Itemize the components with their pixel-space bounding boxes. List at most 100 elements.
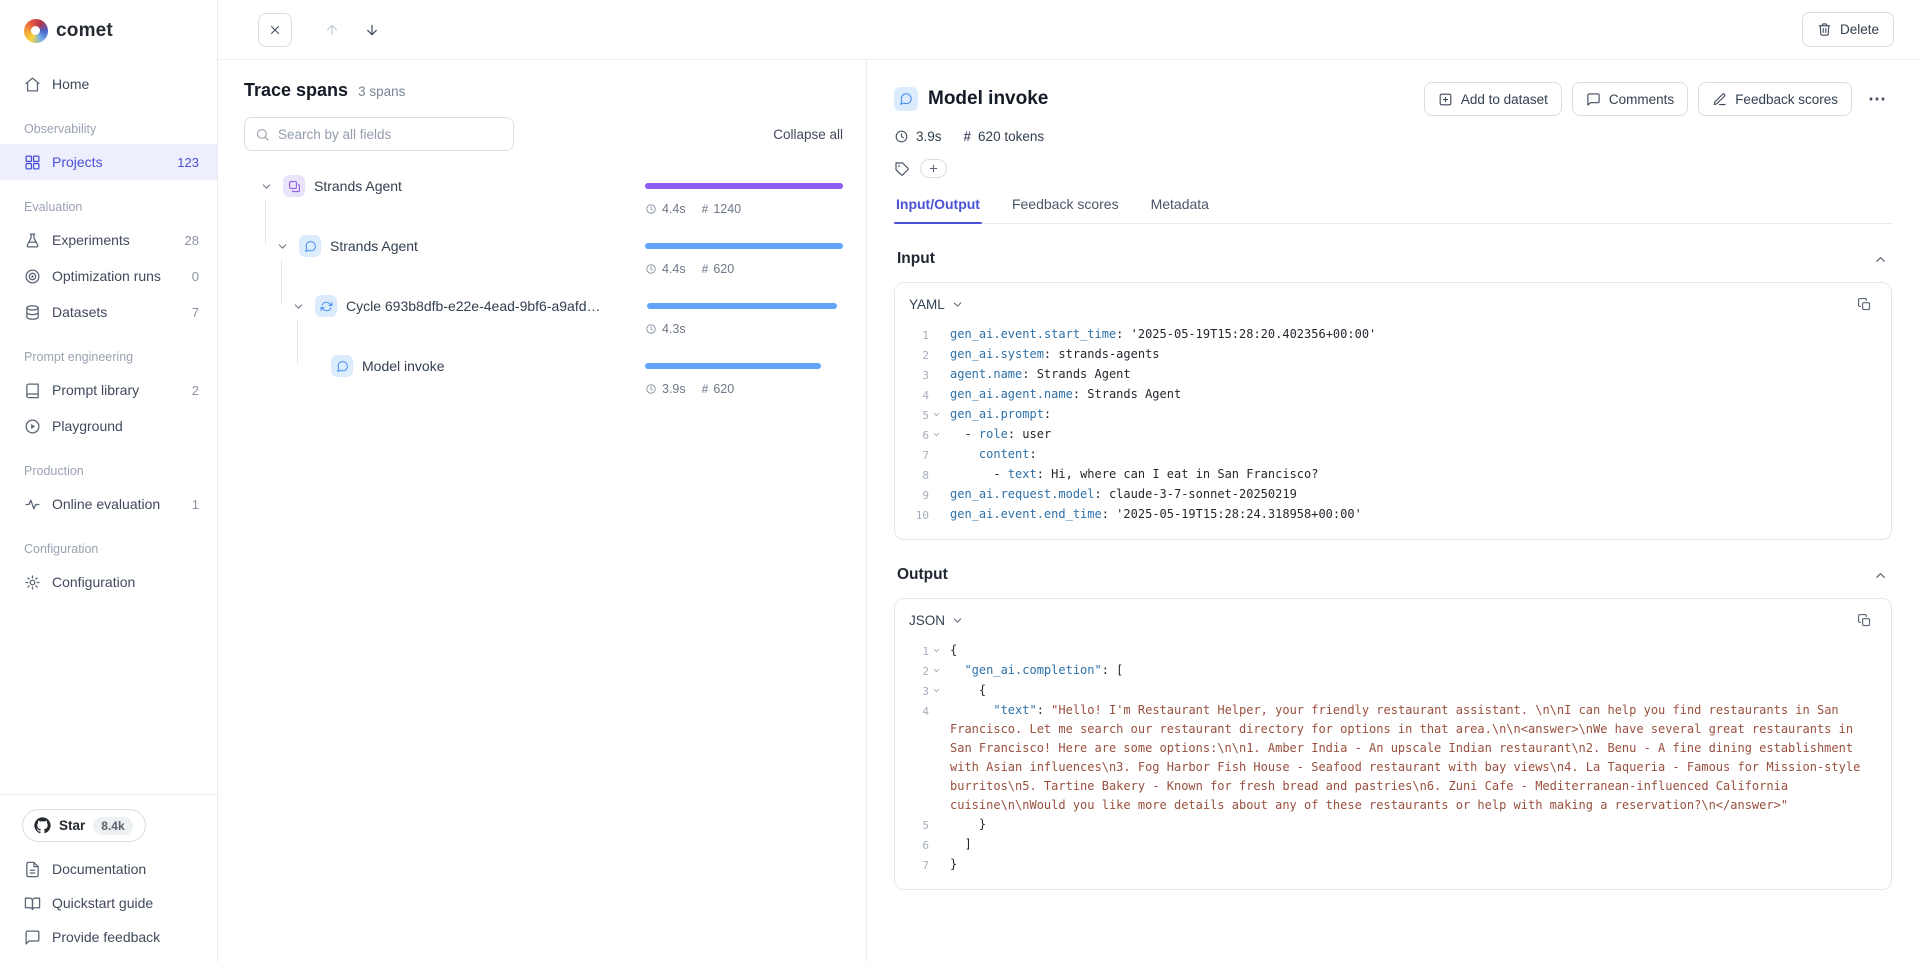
activity-icon <box>24 496 41 513</box>
sidebar-item-configuration[interactable]: Configuration <box>0 564 217 600</box>
code-content: gen_ai.request.model: claude-3-7-sonnet-… <box>944 485 1875 505</box>
sidebar-footer: Star 8.4k DocumentationQuickstart guideP… <box>0 794 217 962</box>
span-row-model-invoke[interactable]: Model invoke3.9s#620 <box>218 353 866 413</box>
span-duration-stat: 3.9s <box>894 129 942 144</box>
span-name: Model invoke <box>362 358 455 374</box>
fold-toggle-icon[interactable] <box>929 681 944 701</box>
line-number: 2 <box>903 345 929 365</box>
clock-icon <box>645 323 657 335</box>
code-line: 4gen_ai.agent.name: Strands Agent <box>903 385 1875 405</box>
tab-feedback-scores[interactable]: Feedback scores <box>1010 196 1121 223</box>
chevron-down-icon <box>951 298 964 311</box>
fold-spacer <box>929 445 944 465</box>
code-line: 8 - text: Hi, where can I eat in San Fra… <box>903 465 1875 485</box>
code-content: } <box>944 855 1875 875</box>
fold-toggle-icon[interactable] <box>929 661 944 681</box>
hash-icon: # <box>964 129 972 144</box>
span-nav-arrows <box>316 14 388 46</box>
add-tag-button[interactable] <box>920 159 947 178</box>
comments-button[interactable]: Comments <box>1572 82 1688 116</box>
fold-spacer <box>929 855 944 875</box>
input-code-block: YAML 1gen_ai.event.start_time: '2025-05-… <box>894 282 1892 540</box>
span-detail-panel: Model invoke Add to dataset Comments <box>867 60 1920 962</box>
collapse-all-button[interactable]: Collapse all <box>773 127 843 142</box>
trace-search-box <box>244 117 514 151</box>
span-row-strands-agent[interactable]: Strands Agent4.4s#620 <box>218 233 866 293</box>
sidebar-item-label: Configuration <box>52 574 199 590</box>
input-section: Input YAML <box>894 250 1892 540</box>
span-name: Strands Agent <box>330 238 428 254</box>
sidebar-item-prompt-library[interactable]: Prompt library2 <box>0 372 217 408</box>
output-format-select[interactable]: JSON <box>909 613 964 628</box>
delete-button[interactable]: Delete <box>1802 12 1894 47</box>
sidebar-item-projects[interactable]: Projects123 <box>0 144 217 180</box>
tokens-value: 620 tokens <box>978 129 1044 144</box>
message-icon <box>24 929 41 946</box>
output-section: Output JSON <box>894 566 1892 890</box>
trace-panel-header: Trace spans 3 spans Collapse all <box>218 80 866 151</box>
clock-icon <box>894 129 909 144</box>
footer-link-documentation[interactable]: Documentation <box>12 852 205 886</box>
sidebar-item-label: Experiments <box>52 232 174 248</box>
sidebar-item-playground[interactable]: Playground <box>0 408 217 444</box>
span-duration-bar <box>645 353 843 379</box>
span-duration: 4.4s <box>645 262 686 276</box>
sidebar-item-home[interactable]: Home <box>0 66 217 102</box>
clock-icon <box>645 383 657 395</box>
tab-metadata[interactable]: Metadata <box>1149 196 1211 223</box>
sidebar-item-optimization-runs[interactable]: Optimization runs0 <box>0 258 217 294</box>
feedback-scores-button[interactable]: Feedback scores <box>1698 82 1852 116</box>
sidebar-item-count: 7 <box>192 305 199 320</box>
fold-toggle-icon[interactable] <box>929 641 944 661</box>
main-area: Delete Trace spans 3 spans Collap <box>218 0 1920 962</box>
span-row-cycle-693b8dfb-e22e-4ead-9bf6-a9afd[interactable]: Cycle 693b8dfb-e22e-4ead-9bf6-a9afd…4.3s <box>218 293 866 353</box>
footer-link-quickstart-guide[interactable]: Quickstart guide <box>12 886 205 920</box>
next-span-button[interactable] <box>356 14 388 46</box>
input-format-select[interactable]: YAML <box>909 297 964 312</box>
code-line: 6 - role: user <box>903 425 1875 445</box>
collapse-span-icon[interactable] <box>274 238 290 254</box>
collapse-span-icon[interactable] <box>290 298 306 314</box>
github-star-button[interactable]: Star 8.4k <box>22 809 146 842</box>
copy-input-button[interactable] <box>1850 290 1878 318</box>
line-number: 10 <box>903 505 929 525</box>
fold-spacer <box>929 505 944 525</box>
line-number: 4 <box>903 385 929 405</box>
feedback-scores-icon <box>1712 92 1727 107</box>
code-line: 10gen_ai.event.end_time: '2025-05-19T15:… <box>903 505 1875 525</box>
add-to-dataset-button[interactable]: Add to dataset <box>1424 82 1562 116</box>
collapse-span-icon[interactable] <box>258 178 274 194</box>
footer-link-provide-feedback[interactable]: Provide feedback <box>12 920 205 954</box>
fold-toggle-icon[interactable] <box>929 425 944 445</box>
sidebar-item-online-evaluation[interactable]: Online evaluation1 <box>0 486 217 522</box>
sidebar-item-experiments[interactable]: Experiments28 <box>0 222 217 258</box>
line-number: 3 <box>903 681 929 701</box>
sidebar-item-label: Online evaluation <box>52 496 181 512</box>
copy-output-button[interactable] <box>1850 606 1878 634</box>
trace-spans-title: Trace spans <box>244 80 348 101</box>
input-code: 1gen_ai.event.start_time: '2025-05-19T15… <box>895 325 1891 539</box>
detail-tabs: Input/Output Feedback scores Metadata <box>894 196 1892 224</box>
sidebar-item-datasets[interactable]: Datasets7 <box>0 294 217 330</box>
span-row-strands-agent[interactable]: Strands Agent4.4s#1240 <box>218 173 866 233</box>
line-number: 1 <box>903 641 929 661</box>
collapse-input-section-button[interactable] <box>1871 250 1889 268</box>
input-format-label: YAML <box>909 297 945 312</box>
collapse-output-section-button[interactable] <box>1871 566 1889 584</box>
clock-icon <box>645 263 657 275</box>
close-trace-button[interactable] <box>258 13 292 47</box>
fold-spacer <box>929 485 944 505</box>
trace-search-input[interactable] <box>278 127 503 142</box>
line-number: 5 <box>903 815 929 835</box>
previous-span-button[interactable] <box>316 14 348 46</box>
comet-logo[interactable]: comet <box>0 0 217 62</box>
chat-bubble-icon <box>899 92 913 106</box>
play-icon <box>24 418 41 435</box>
more-actions-button[interactable]: ⋯ <box>1862 82 1892 116</box>
search-icon <box>255 127 270 142</box>
cycle-span-icon <box>315 295 337 317</box>
model-span-icon <box>894 87 918 111</box>
tab-input-output[interactable]: Input/Output <box>894 196 982 223</box>
output-format-label: JSON <box>909 613 945 628</box>
fold-toggle-icon[interactable] <box>929 405 944 425</box>
